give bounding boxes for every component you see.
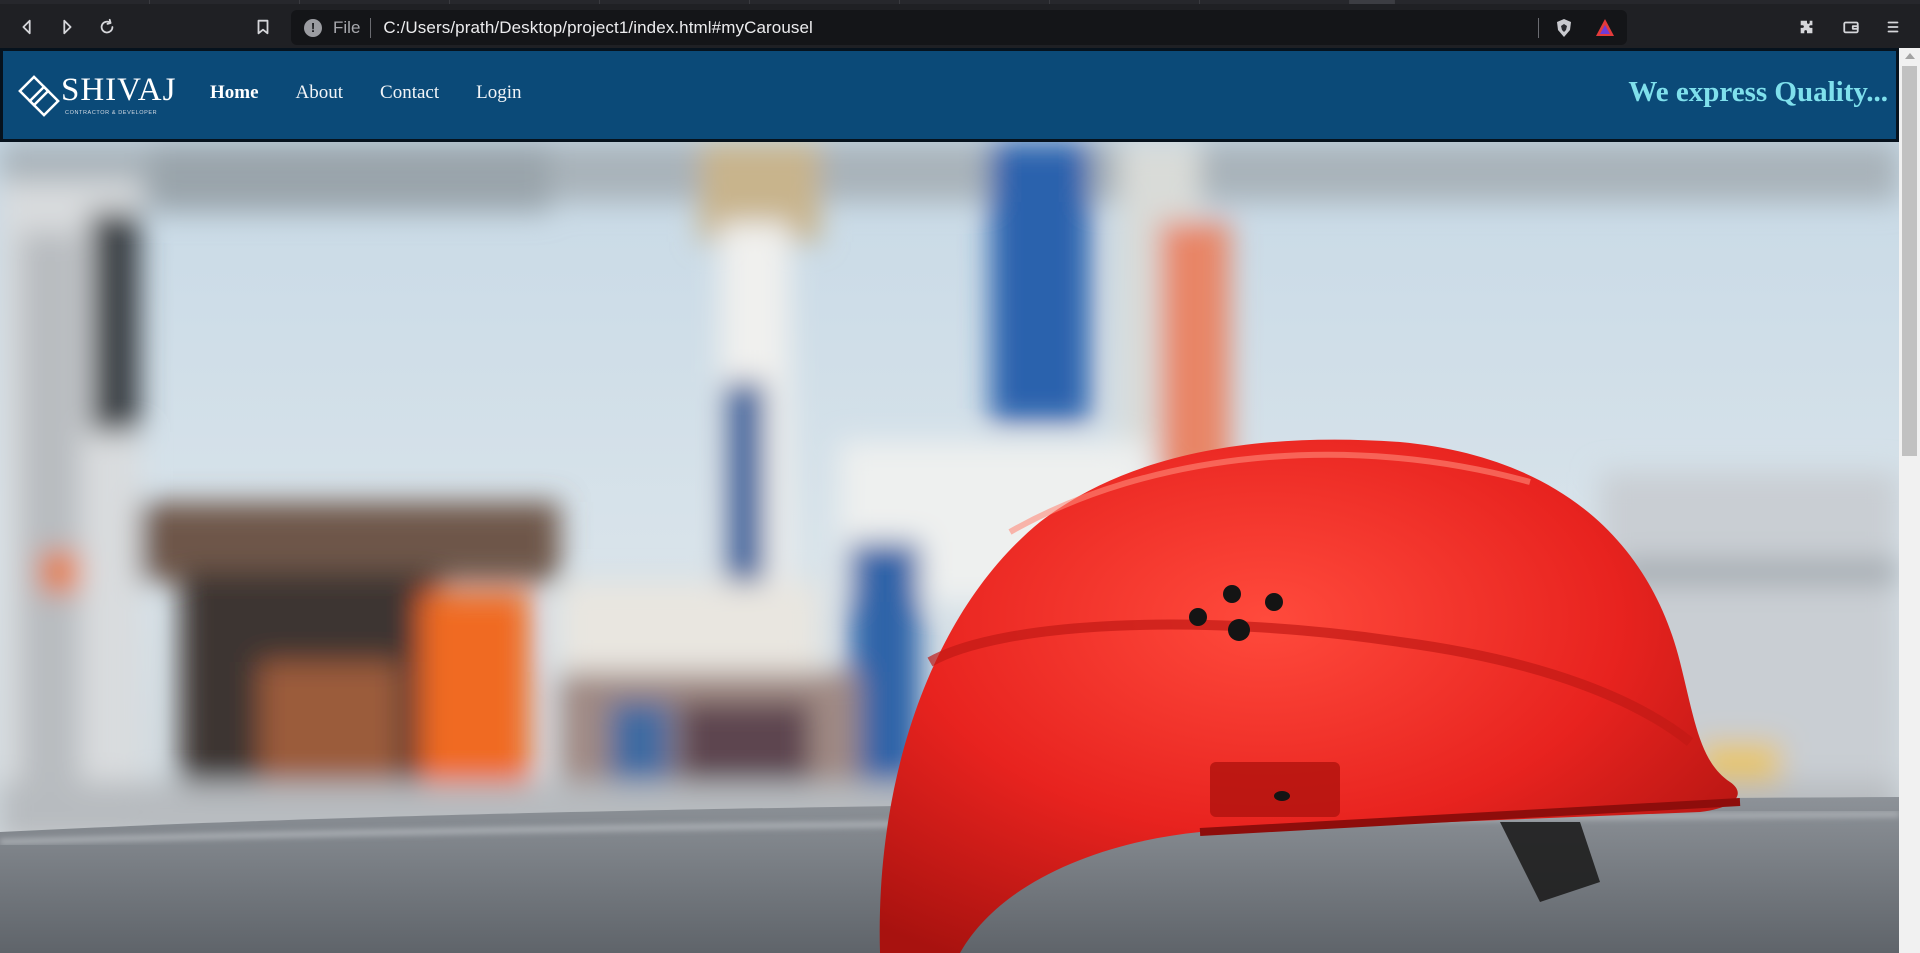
browser-toolbar: ! File C:/Users/prath/Desktop/project1/i… [0,4,1920,48]
brand-name: SHIVAJ [61,72,177,108]
bookmark-icon [257,19,269,35]
forward-icon [63,19,72,35]
wallet-icon [1843,21,1859,34]
url-text[interactable]: C:/Users/prath/Desktop/project1/index.ht… [383,18,813,38]
brave-rewards-icon[interactable] [1594,17,1616,39]
hero-carousel-image [0,142,1899,953]
address-bar[interactable]: ! File C:/Users/prath/Desktop/project1/i… [291,10,1627,45]
bookmark-button[interactable] [248,12,278,42]
extensions-button[interactable] [1792,12,1822,42]
url-right-separator [1538,18,1539,38]
brave-shields-icon[interactable] [1553,17,1575,39]
nav-link-contact[interactable]: Contact [380,82,439,104]
scroll-thumb[interactable] [1902,66,1917,456]
reload-button[interactable] [92,12,122,42]
brand-logo[interactable]: SHIVAJ CONTRACTOR & DEVELOPER [17,72,179,118]
menu-button[interactable] [1878,12,1908,42]
brand-subtitle: CONTRACTOR & DEVELOPER [65,110,158,116]
scroll-up-arrow-icon[interactable] [1899,48,1920,64]
url-scheme-label: File [333,17,361,37]
nav-link-home[interactable]: Home [210,82,259,104]
forward-button[interactable] [52,12,82,42]
site-tagline: We express Quality... [1628,76,1888,108]
main-nav: Home About Contact Login [210,82,559,104]
page-scrollbar[interactable] [1899,48,1920,953]
back-button[interactable] [12,12,42,42]
back-icon [22,19,31,35]
site-navbar: SHIVAJ CONTRACTOR & DEVELOPER Home About… [0,48,1899,142]
nav-link-about[interactable]: About [296,82,344,104]
nav-link-login[interactable]: Login [476,82,521,104]
url-separator [370,17,372,38]
diamond-logo-icon [18,75,60,117]
reload-icon [100,18,114,34]
menu-icon [1887,21,1899,33]
extensions-icon [1800,20,1813,34]
wallet-button[interactable] [1836,12,1866,42]
page-viewport: SHIVAJ CONTRACTOR & DEVELOPER Home About… [0,48,1899,953]
site-info-icon[interactable]: ! [304,18,322,37]
construction-helmet-photo [0,142,1899,953]
